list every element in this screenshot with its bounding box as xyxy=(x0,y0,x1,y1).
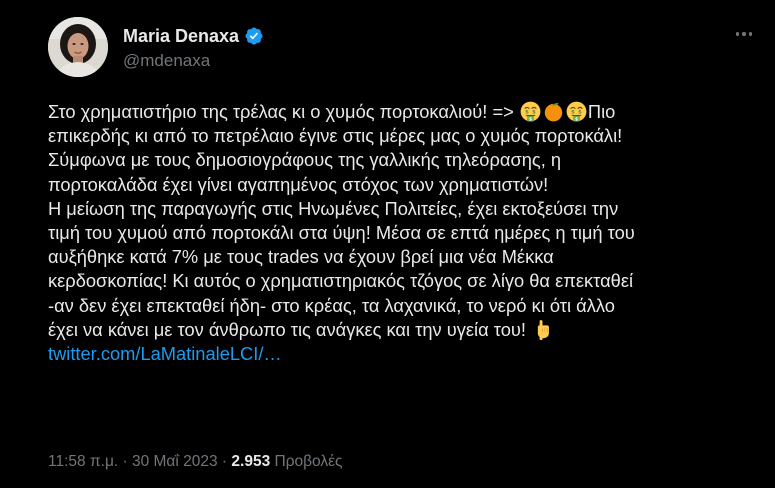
tweet-line: Η μείωση της παραγωγής στις Ηνωμένες Πολ… xyxy=(48,197,619,219)
svg-text:$: $ xyxy=(525,109,529,115)
tweet-link[interactable]: twitter.com/LaMatinaleLCI/… xyxy=(48,343,282,364)
tweet-line-suffix: Πιο xyxy=(587,101,616,122)
tweet-text: Στο χρηματιστήριο της τρέλας κι ο χυμός … xyxy=(48,100,768,366)
meta-separator: · xyxy=(118,453,132,470)
author-handle[interactable]: @mdenaxa xyxy=(123,51,210,71)
tweet-line: έχει να κάνει με τον άνθρωπο τις ανάγκες… xyxy=(48,318,768,342)
backhand-index-pointing-down-icon xyxy=(532,319,553,341)
tweet-date[interactable]: 30 Μαΐ 2023 xyxy=(132,453,218,470)
verified-badge-icon xyxy=(244,26,264,46)
tweet-line: τιμή του χυμού από πορτοκάλι στα ύψη! Μέ… xyxy=(48,222,635,244)
money-mouth-face-icon: $ $ $ xyxy=(520,101,541,122)
svg-text:$: $ xyxy=(575,117,578,122)
more-options-button[interactable] xyxy=(728,24,760,44)
tweet-line: Στο χρηματιστήριο της τρέλας κι ο χυμός … xyxy=(48,100,768,124)
tweet-line: κερδοσκοπίας! Κι αυτός ο χρηματιστηριακό… xyxy=(48,270,634,292)
meta-separator: · xyxy=(217,453,232,470)
tweet-line: αυξήθηκε κατά 7% με τους trades να έχουν… xyxy=(48,246,554,268)
tweet-time[interactable]: 11:58 π.μ. xyxy=(48,453,118,470)
svg-text:$: $ xyxy=(571,109,575,115)
tweet[interactable]: Maria Denaxa @mdenaxa Στο χρηματιστήριο … xyxy=(0,0,775,488)
svg-text:$: $ xyxy=(532,109,536,115)
views-count: 2.953 xyxy=(231,453,271,470)
tweet-line: -αν δεν έχει επεκταθεί ήδη- στο κρέας, τ… xyxy=(48,294,615,316)
display-name[interactable]: Maria Denaxa xyxy=(123,25,239,47)
tweet-line: twitter.com/LaMatinaleLCI/… xyxy=(48,342,768,366)
tweet-line-text: Στο χρηματιστήριο της τρέλας κι ο χυμός … xyxy=(48,101,519,122)
author-name-row[interactable]: Maria Denaxa xyxy=(123,25,264,47)
svg-text:$: $ xyxy=(529,117,532,122)
tweet-line: Σύμφωνα με τους δημοσιογράφους της γαλλι… xyxy=(48,149,562,171)
tweet-meta: 11:58 π.μ. · 30 Μαΐ 2023 · 2.953 Προβολέ… xyxy=(48,451,343,473)
tweet-line: πορτοκαλάδα έχει γίνει αγαπημένος στόχος… xyxy=(48,173,549,195)
tweet-line: επικερδής κι από το πετρέλαιο έγινε στις… xyxy=(48,125,623,147)
avatar-image xyxy=(48,17,108,77)
tangerine-icon xyxy=(543,101,564,122)
money-mouth-face-icon: $ $ $ xyxy=(566,101,587,122)
more-dot-icon xyxy=(735,32,740,36)
more-dot-icon xyxy=(748,32,753,36)
tweet-line-text: έχει να κάνει με τον άνθρωπο τις ανάγκες… xyxy=(48,318,532,340)
more-dot-icon xyxy=(742,32,746,36)
views-label: Προβολές xyxy=(270,453,343,470)
svg-text:$: $ xyxy=(578,109,582,115)
avatar[interactable] xyxy=(48,17,108,77)
